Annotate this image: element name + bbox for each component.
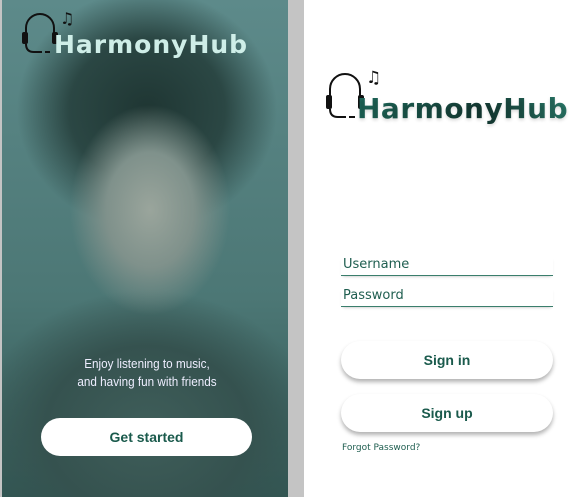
sign-in-button[interactable]: Sign in: [341, 341, 553, 379]
divider-strip: [288, 0, 304, 497]
hero-tagline: Enjoy listening to music, and having fun…: [71, 355, 224, 391]
svg-text:♫: ♫: [366, 68, 381, 88]
password-input[interactable]: Password: [341, 287, 553, 307]
tagline-line-2: and having fun with friends: [77, 374, 217, 389]
hero-brand-title: HarmonyHub: [54, 30, 249, 59]
sign-up-button[interactable]: Sign up: [341, 394, 553, 432]
tagline-line-1: Enjoy listening to music,: [84, 356, 210, 371]
brand-title: HarmonyHub: [357, 92, 569, 125]
get-started-button[interactable]: Get started: [41, 418, 252, 456]
hero-panel: ♫ HarmonyHub Enjoy listening to music, a…: [0, 0, 288, 497]
forgot-password-link[interactable]: Forgot Password?: [342, 443, 420, 453]
svg-text:♫: ♫: [60, 9, 74, 28]
username-input[interactable]: Username: [341, 256, 553, 276]
